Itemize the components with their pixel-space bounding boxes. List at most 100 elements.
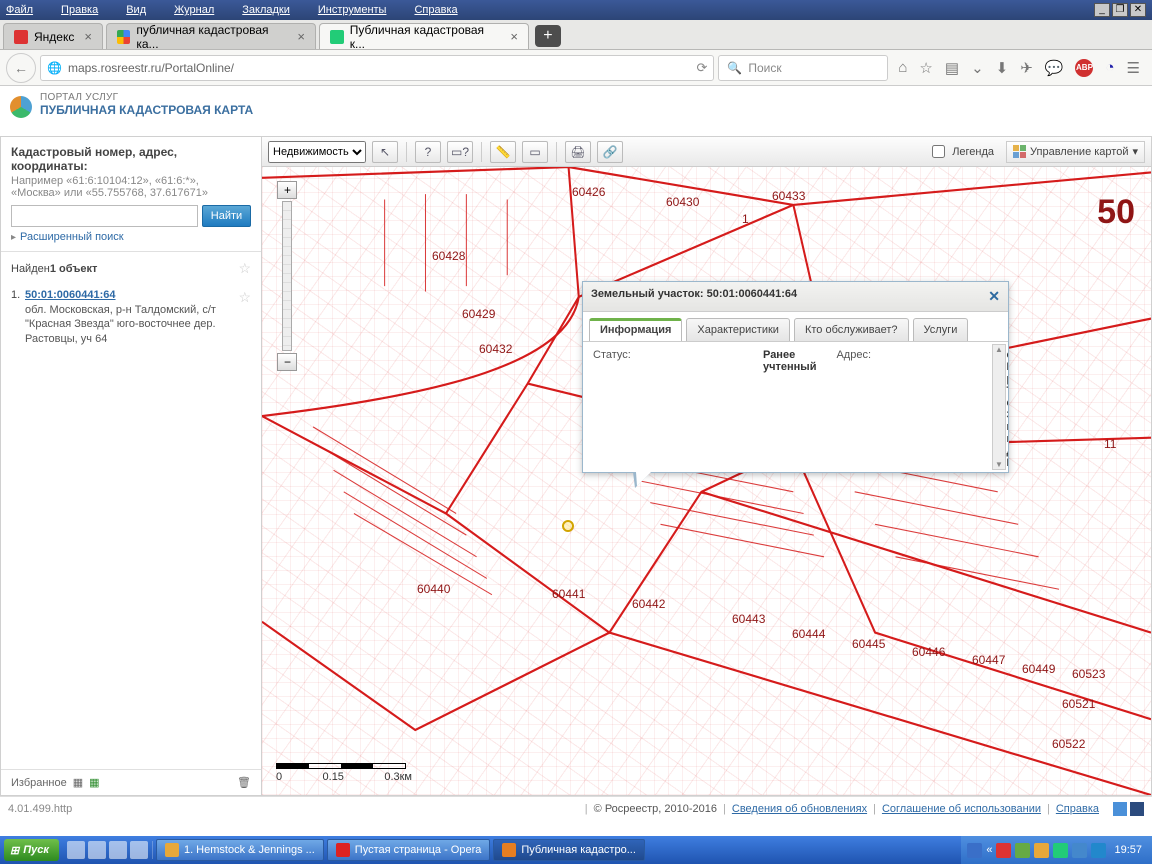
adblock-icon[interactable]: ABP <box>1075 59 1093 77</box>
tray-expand-icon[interactable]: « <box>986 844 992 856</box>
link-icon[interactable]: 🔗 <box>597 141 623 163</box>
tray-icon[interactable] <box>1015 843 1030 858</box>
send-icon[interactable]: ✈ <box>1020 59 1033 77</box>
export-xls-icon[interactable]: ▦ <box>89 776 99 789</box>
task-opera[interactable]: Пустая страница - Opera <box>327 839 491 861</box>
tray-icon[interactable] <box>1072 843 1087 858</box>
zoom-in-button[interactable]: + <box>277 181 297 199</box>
close-icon[interactable]: × <box>510 29 518 44</box>
menu-edit[interactable]: Правка <box>61 4 112 16</box>
menu-icon[interactable]: ☰ <box>1127 59 1140 77</box>
result-item[interactable]: 1. 50:01:0060441:64 ☆ обл. Московская, р… <box>1 285 261 352</box>
menu-history[interactable]: Журнал <box>174 4 228 16</box>
start-button[interactable]: ⊞ Пуск <box>4 839 59 861</box>
identify-tool-icon[interactable]: ▭? <box>447 141 473 163</box>
new-tab-button[interactable]: + <box>535 25 561 47</box>
zoom-out-button[interactable]: − <box>277 353 297 371</box>
tab-services-provider[interactable]: Кто обслуживает? <box>794 318 909 341</box>
tab-yandex[interactable]: Яндекс × <box>3 23 103 49</box>
map-canvas[interactable]: 60426 60428 60429 60432 60430 60433 6044… <box>262 167 1151 795</box>
window-minimize-button[interactable]: _ <box>1094 3 1110 17</box>
url-bar[interactable]: 🌐 maps.rosreestr.ru/PortalOnline/ ⟳ <box>40 55 714 81</box>
task-firefox[interactable]: Публичная кадастро... <box>493 839 645 861</box>
pointer-tool-icon[interactable]: ↖ <box>372 141 398 163</box>
trash-icon[interactable]: 🗑 <box>237 776 251 789</box>
home-icon[interactable]: ⌂ <box>898 59 907 77</box>
link-updates[interactable]: Сведения об обновлениях <box>732 803 867 815</box>
window-close-button[interactable]: ✕ <box>1130 3 1146 17</box>
parcel-label: 60445 <box>852 637 885 651</box>
library-icon[interactable]: ▤ <box>945 59 959 77</box>
measure-tool-icon[interactable]: 📏 <box>490 141 516 163</box>
menu-view[interactable]: Вид <box>126 4 160 16</box>
copyright: © Росреестр, 2010-2016 <box>594 803 717 815</box>
map-area: Недвижимость ↖ ? ▭? 📏 ▭ 🖨 🔗 Легенда Упра… <box>262 136 1152 796</box>
result-link[interactable]: 50:01:0060441:64 <box>25 289 116 301</box>
ql-icon[interactable] <box>88 841 106 859</box>
parcel-label: 60442 <box>632 597 665 611</box>
layer-type-select[interactable]: Недвижимость <box>268 141 366 163</box>
selected-parcel-marker[interactable] <box>562 520 574 532</box>
tab-services[interactable]: Услуги <box>913 318 969 341</box>
parcel-label: 60426 <box>572 185 605 199</box>
parcel-label: 60443 <box>732 612 765 626</box>
tab-characteristics[interactable]: Характеристики <box>686 318 790 341</box>
downloads-icon[interactable]: ⬇ <box>996 59 1009 77</box>
link-agreement[interactable]: Соглашение об использовании <box>882 803 1041 815</box>
tab-information[interactable]: Информация <box>589 318 682 341</box>
page-footer: 4.01.499.http | © Росреестр, 2010-2016 |… <box>0 796 1152 820</box>
close-icon[interactable]: × <box>297 29 305 44</box>
select-area-icon[interactable]: ▭ <box>522 141 548 163</box>
facebook-icon[interactable] <box>1130 802 1144 816</box>
link-help[interactable]: Справка <box>1056 803 1099 815</box>
reload-icon[interactable]: ⟳ <box>696 60 707 76</box>
export-csv-icon[interactable]: ▦ <box>73 776 83 789</box>
parcel-label: 60446 <box>912 645 945 659</box>
menu-file[interactable]: Файл <box>6 4 47 16</box>
clock[interactable]: 19:57 <box>1114 844 1142 856</box>
favorite-icon[interactable]: ☆ <box>238 289 251 306</box>
twitter-icon[interactable] <box>1113 802 1127 816</box>
close-icon[interactable]: × <box>84 29 92 44</box>
cadastral-search-input[interactable] <box>11 205 198 227</box>
search-button[interactable]: Найти <box>202 205 251 227</box>
tray-icon[interactable] <box>996 843 1011 858</box>
parcel-label: 60432 <box>479 342 512 356</box>
info-tool-icon[interactable]: ? <box>415 141 441 163</box>
tab-rosreestr-map[interactable]: Публичная кадастровая к... × <box>319 23 529 49</box>
advanced-search-link[interactable]: Расширенный поиск <box>11 231 251 243</box>
menu-bookmarks[interactable]: Закладки <box>242 4 304 16</box>
ql-icon[interactable] <box>109 841 127 859</box>
results-header: Найден 1 объект ☆ <box>1 251 261 285</box>
legend-toggle[interactable]: Легенда <box>928 142 994 161</box>
page-header: ПОРТАЛ УСЛУГ ПУБЛИЧНАЯ КАДАСТРОВАЯ КАРТА <box>0 86 1152 136</box>
zoom-slider[interactable] <box>282 201 292 351</box>
bookmark-icon[interactable]: ☆ <box>919 59 932 77</box>
ql-icon[interactable] <box>130 841 148 859</box>
task-winamp[interactable]: 1. Hemstock & Jennings ... <box>156 839 324 861</box>
print-icon[interactable]: 🖨 <box>565 141 591 163</box>
tray-icon[interactable] <box>1091 843 1106 858</box>
tray-icon[interactable] <box>1053 843 1068 858</box>
info-row: Адрес:обл. Московская, р-н Талдомский, с… <box>826 346 1008 468</box>
window-restore-button[interactable]: ❐ <box>1112 3 1128 17</box>
search-title: Кадастровый номер, адрес, координаты: <box>11 145 251 173</box>
favorite-all-icon[interactable]: ☆ <box>238 260 251 277</box>
lang-ru-icon[interactable] <box>967 843 982 858</box>
tab-google-search[interactable]: публичная кадастровая ка... × <box>106 23 316 49</box>
popup-scrollbar[interactable] <box>992 344 1006 470</box>
tray-icon[interactable] <box>1034 843 1049 858</box>
chat-icon[interactable]: 💬 <box>1045 59 1064 77</box>
popup-close-icon[interactable]: ✕ <box>988 288 1000 305</box>
back-button[interactable]: ← <box>6 53 36 83</box>
extension-icon[interactable]: ◔ <box>1105 59 1114 77</box>
parcel-label: 60523 <box>1072 667 1105 681</box>
page: ПОРТАЛ УСЛУГ ПУБЛИЧНАЯ КАДАСТРОВАЯ КАРТА… <box>0 86 1152 820</box>
browser-search[interactable]: 🔍 Поиск <box>718 55 888 81</box>
search-icon: 🔍 <box>727 61 742 75</box>
ql-icon[interactable] <box>67 841 85 859</box>
layer-control[interactable]: Управление картой ▾ <box>1006 141 1145 163</box>
menu-help[interactable]: Справка <box>414 4 471 16</box>
pocket-icon[interactable]: ⌄ <box>971 59 984 77</box>
menu-tools[interactable]: Инструменты <box>318 4 401 16</box>
